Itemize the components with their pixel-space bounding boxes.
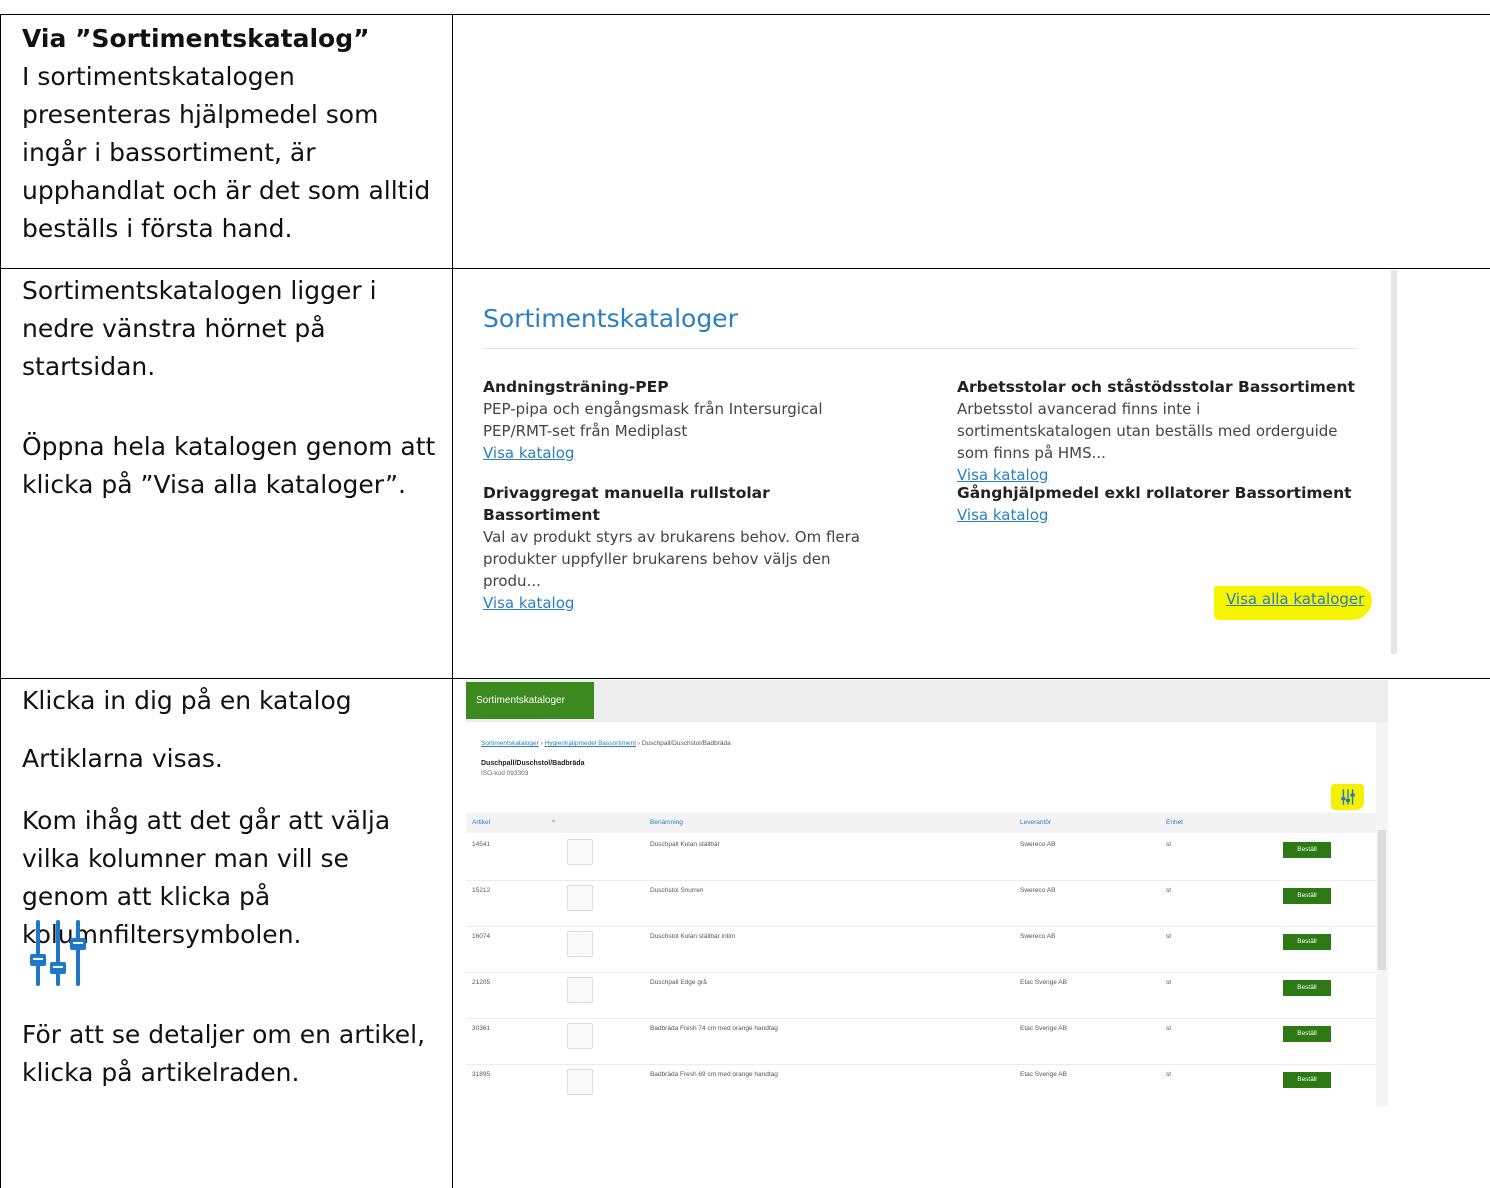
- product-thumbnail: [567, 977, 593, 1003]
- cell-benamning: Duschpall Edge grå: [650, 979, 707, 986]
- table-row[interactable]: 16074 Duschstol Kulan ställbar intim Swe…: [466, 926, 1376, 973]
- cell-enhet: st: [1166, 979, 1172, 986]
- cell-benamning: Badbräda Fresh 74 cm med orange handtag: [650, 1025, 778, 1032]
- column-filter-icon: [1340, 789, 1355, 805]
- cell-benamning: Duschpall Kulan ställbar: [650, 841, 720, 848]
- breadcrumb-link-hygien[interactable]: Hygienhjälpmedel Bassortiment: [545, 740, 636, 747]
- catalog-page: Sortimentskataloger Sortimentskataloger …: [466, 680, 1388, 1106]
- cell-enhet: st: [1166, 1071, 1172, 1078]
- row3-text4: För att se detaljer om en artikel, klick…: [22, 1020, 426, 1087]
- cell-leverantor: Swereco AB: [1020, 933, 1056, 940]
- sortimentskataloger-tab[interactable]: Sortimentskataloger: [466, 682, 594, 719]
- catalog-item: Arbetsstolar och ståstödsstolar Bassorti…: [957, 376, 1357, 486]
- table-row[interactable]: 31895 Badbräda Fresh 69 cm med orange ha…: [466, 1064, 1376, 1110]
- breadcrumb-separator: ›: [540, 740, 543, 747]
- widget-scrollbar[interactable]: [1391, 270, 1397, 654]
- visa-katalog-link[interactable]: Visa katalog: [957, 504, 1357, 526]
- cell-artikel: 15212: [472, 887, 491, 894]
- sort-indicator[interactable]: ^: [552, 819, 555, 826]
- cell-benamning: Duschstol Snurren: [650, 887, 704, 894]
- table-row[interactable]: 30361 Badbräda Fresh 74 cm med orange ha…: [466, 1018, 1376, 1065]
- bestall-button[interactable]: Beställ: [1283, 1026, 1331, 1042]
- cell-enhet: st: [1166, 933, 1172, 940]
- row-divider-1: [0, 268, 1490, 269]
- scrollbar-thumb[interactable]: [1378, 830, 1386, 970]
- sortiment-widget: Sortimentskataloger Andningsträning-PEP …: [456, 270, 1391, 654]
- page-title: Duschpall/Duschstol/Badbräda: [481, 760, 585, 767]
- table-border-left: [0, 14, 1, 1188]
- row3-text1: Klicka in dig på en katalog: [22, 686, 352, 715]
- breadcrumb: Sortimentskataloger › Hygienhjälpmedel B…: [481, 740, 731, 747]
- cell-enhet: st: [1166, 887, 1172, 894]
- catalog-panel: Sortimentskataloger › Hygienhjälpmedel B…: [466, 722, 1376, 1106]
- product-thumbnail: [567, 931, 593, 957]
- cell-leverantor: Etac Sverige AB: [1020, 979, 1067, 986]
- product-thumbnail: [567, 839, 593, 865]
- cell-artikel: 16074: [472, 933, 491, 940]
- table-row[interactable]: 14541 Duschpall Kulan ställbar Swereco A…: [466, 834, 1376, 881]
- row-divider-2: [0, 678, 1490, 679]
- visa-katalog-link[interactable]: Visa katalog: [483, 592, 883, 614]
- row3-text2: Artiklarna visas.: [22, 744, 223, 773]
- product-thumbnail: [567, 1023, 593, 1049]
- col-leverantor[interactable]: Leverantör: [1020, 819, 1051, 826]
- col-artikel[interactable]: Artikel: [472, 819, 490, 826]
- catalog-desc: Arbetsstol avancerad finns inte i sortim…: [957, 400, 1338, 462]
- iso-code: ISO-kod 093303: [481, 770, 529, 777]
- table-border-top: [0, 14, 1490, 15]
- cell-enhet: st: [1166, 841, 1172, 848]
- catalog-name: Arbetsstolar och ståstödsstolar Bassorti…: [957, 378, 1355, 396]
- cell-leverantor: Etac Sverige AB: [1020, 1071, 1067, 1078]
- row2-text2: Öppna hela katalogen genom att klicka på…: [22, 432, 436, 499]
- cell-artikel: 14541: [472, 841, 491, 848]
- title-divider: [483, 348, 1357, 349]
- visa-alla-kataloger-highlight: Visa alla kataloger: [1214, 586, 1373, 620]
- product-thumbnail: [567, 885, 593, 911]
- row2-text1: Sortimentskatalogen ligger i nedre vänst…: [22, 276, 377, 381]
- breadcrumb-current: Duschpall/Duschstol/Badbräda: [641, 740, 731, 747]
- catalog-name: Gånghjälpmedel exkl rollatorer Bassortim…: [957, 484, 1352, 502]
- row2-cell-top: Sortimentskatalogen ligger i nedre vänst…: [22, 272, 442, 386]
- product-thumbnail: [567, 1069, 593, 1095]
- row1-text: I sortimentskatalogen presenteras hjälpm…: [22, 62, 431, 243]
- cell-leverantor: Swereco AB: [1020, 841, 1056, 848]
- bestall-button[interactable]: Beställ: [1283, 842, 1331, 858]
- cell-benamning: Duschstol Kulan ställbar intim: [650, 933, 736, 940]
- bestall-button[interactable]: Beställ: [1283, 888, 1331, 904]
- row1-heading: Via ”Sortimentskatalog”: [22, 24, 370, 53]
- catalog-desc: PEP-pipa och engångsmask från Intersurgi…: [483, 400, 823, 440]
- row1-cell: Via ”Sortimentskatalog” I sortimentskata…: [22, 20, 442, 248]
- cell-leverantor: Swereco AB: [1020, 887, 1056, 894]
- cell-leverantor: Etac Sverige AB: [1020, 1025, 1067, 1032]
- bestall-button[interactable]: Beställ: [1283, 980, 1331, 996]
- catalog-item: Drivaggregat manuella rullstolar Bassort…: [483, 482, 883, 614]
- breadcrumb-separator: ›: [637, 740, 640, 747]
- catalog-name: Andningsträning-PEP: [483, 378, 669, 396]
- bestall-button[interactable]: Beställ: [1283, 1072, 1331, 1088]
- bestall-button[interactable]: Beställ: [1283, 934, 1331, 950]
- breadcrumb-link-sortiment[interactable]: Sortimentskataloger: [481, 740, 539, 747]
- catalog-name: Drivaggregat manuella rullstolar Bassort…: [483, 484, 770, 524]
- cell-enhet: st: [1166, 1025, 1172, 1032]
- catalog-item: Gånghjälpmedel exkl rollatorer Bassortim…: [957, 482, 1357, 526]
- column-filter-icon: [30, 920, 86, 986]
- sortiment-title: Sortimentskataloger: [483, 304, 738, 333]
- catalog-desc: Val av produkt styrs av brukarens behov.…: [483, 528, 860, 590]
- row2-cell-bottom: Öppna hela katalogen genom att klicka på…: [22, 428, 442, 504]
- cell-artikel: 31895: [472, 1071, 491, 1078]
- cell-artikel: 21205: [472, 979, 491, 986]
- cell-artikel: 30361: [472, 1025, 491, 1032]
- col-enhet[interactable]: Enhet: [1166, 819, 1183, 826]
- column-filter-button[interactable]: [1331, 784, 1364, 810]
- table-header: Artikel ^ Benämning Leverantör Enhet: [466, 813, 1376, 833]
- visa-alla-kataloger-link[interactable]: Visa alla kataloger: [1226, 590, 1364, 608]
- cell-benamning: Badbräda Fresh 69 cm med orange handtag: [650, 1071, 778, 1078]
- visa-katalog-link[interactable]: Visa katalog: [483, 442, 883, 464]
- col-benamning[interactable]: Benämning: [650, 819, 683, 826]
- column-divider: [452, 14, 453, 1188]
- table-row[interactable]: 15212 Duschstol Snurren Swereco AB st Be…: [466, 880, 1376, 927]
- table-row[interactable]: 21205 Duschpall Edge grå Etac Sverige AB…: [466, 972, 1376, 1019]
- catalog-item: Andningsträning-PEP PEP-pipa och engångs…: [483, 376, 883, 464]
